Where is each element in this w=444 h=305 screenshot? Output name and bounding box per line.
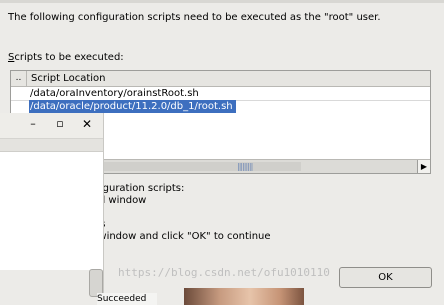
script-location-cell: /data/oraInventory/orainstRoot.sh: [30, 88, 199, 99]
column-header-number[interactable]: ..: [11, 71, 27, 86]
instruction-line: pts: [90, 219, 271, 231]
maximize-icon: ▫: [56, 117, 64, 130]
watermark-text: https://blog.csdn.net/ofu1010110: [118, 266, 330, 279]
background-photo: [184, 288, 304, 305]
dialog-message: The following configuration scripts need…: [8, 12, 381, 23]
ok-button[interactable]: OK: [339, 267, 432, 288]
maximize-button[interactable]: ▫: [53, 117, 67, 131]
instruction-line: s window and click "OK" to continue: [90, 231, 271, 242]
status-succeeded-text: Succeeded: [97, 293, 157, 305]
instruction-line: nal window: [90, 195, 147, 206]
scrollbar-grip: |||||||||: [237, 162, 253, 171]
overlapping-window: – ▫ ✕: [0, 113, 104, 305]
scroll-right-button[interactable]: ▶: [417, 160, 430, 173]
table-header: .. Script Location: [11, 71, 430, 87]
chevron-right-icon: ▶: [420, 162, 428, 171]
instruction-line: ot": [90, 207, 271, 219]
script-location-cell: /data/oracle/product/11.2.0/db_1/root.sh: [29, 100, 236, 113]
overlay-titlebar: – ▫ ✕: [0, 113, 103, 139]
minimize-button[interactable]: –: [26, 117, 40, 131]
dialog-top-edge: [0, 0, 444, 3]
instruction-line: nfiguration scripts:: [90, 183, 185, 194]
scripts-to-be-executed-label: Scripts to be executed:: [8, 52, 124, 63]
table-row-selected[interactable]: /data/oracle/product/11.2.0/db_1/root.sh: [11, 100, 430, 113]
column-header-script-location[interactable]: Script Location: [31, 71, 105, 86]
instructions-text: nfiguration scripts: nal window ot" pts …: [90, 183, 271, 243]
overlay-toolbar-strip: [0, 139, 103, 152]
overlay-bottom-panel: [0, 270, 103, 305]
minimize-icon: –: [30, 117, 36, 130]
table-row[interactable]: /data/oraInventory/orainstRoot.sh: [11, 87, 430, 100]
close-button[interactable]: ✕: [80, 117, 94, 131]
close-icon: ✕: [81, 117, 93, 131]
scripts-label-text: cripts to be executed:: [14, 52, 124, 63]
